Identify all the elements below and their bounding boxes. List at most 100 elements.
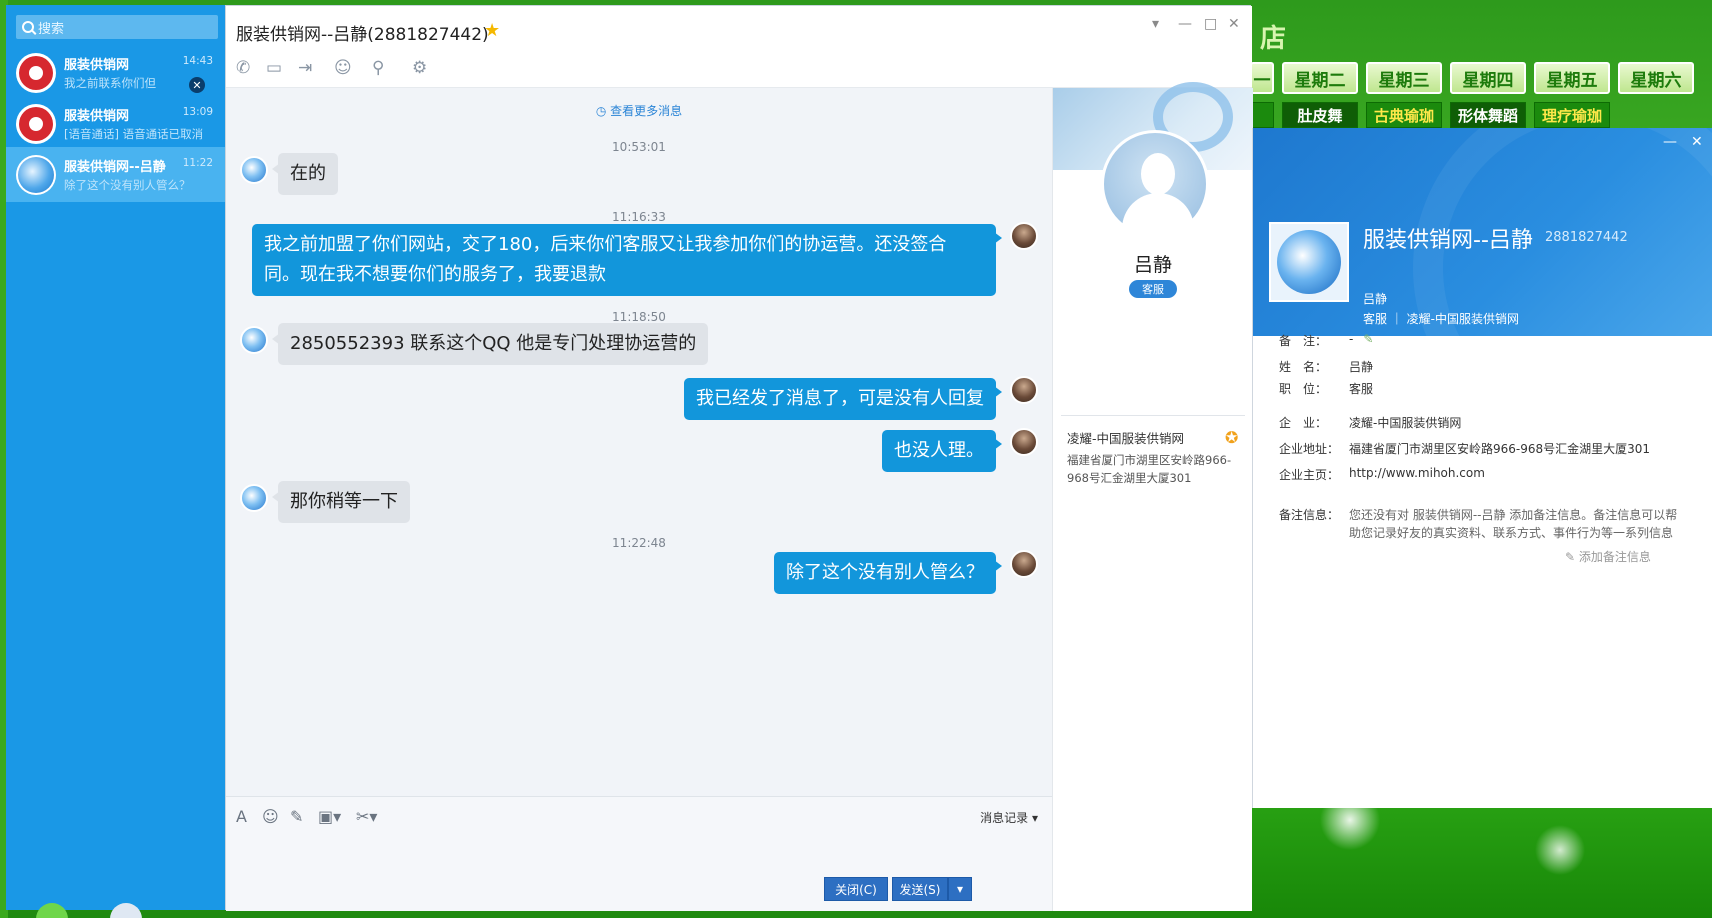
add-remark-label: 添加备注信息 (1578, 550, 1651, 564)
company-address: 福建省厦门市湖里区安岭路966-968号汇金湖里大厦301 (1067, 453, 1232, 485)
profile-subtitle: 客服 ｜ 凌耀-中国服装供销网 (1363, 312, 1519, 326)
background-title: 店 (1260, 24, 1287, 54)
company-name[interactable]: 凌耀-中国服装供销网 (1067, 428, 1184, 447)
close-icon[interactable]: ✕ (1691, 134, 1703, 150)
message-line: 同。现在我不想要你们的服务了，我要退款 (264, 264, 606, 285)
chat-title[interactable]: 服装供销网--吕静(2881827442) (236, 20, 489, 45)
message-area: ◷ 查看更多消息 10:53:01 在的 11:16:33 我之前加盟了你们网站… (226, 88, 1052, 796)
outgoing-message: 除了这个没有别人管么？ (774, 552, 1002, 594)
role-badge: 客服 (1129, 280, 1177, 298)
search-placeholder: 搜索 (38, 21, 65, 37)
remark-info: 备注信息： 您还没有对 服装供销网--吕静 添加备注信息。备注信息可以帮 助您记… (1279, 506, 1689, 542)
image-icon[interactable]: ▣▾ (318, 807, 341, 826)
more-messages-label: 查看更多消息 (610, 104, 683, 118)
file-transfer-icon[interactable]: ⇥ (298, 58, 312, 78)
phone-icon[interactable]: ✆ (236, 58, 250, 78)
contact-avatar[interactable] (240, 326, 268, 354)
class-cell (1250, 102, 1274, 128)
profile-card-window: — ✕ 服装供销网--吕静 2881827442 吕静 客服 ｜ 凌耀-中国服装… (1252, 128, 1712, 808)
minimize-icon[interactable]: — (1663, 134, 1677, 150)
field-label: 备 注： (1279, 334, 1328, 348)
field-value: 福建省厦门市湖里区安岭路966-968号汇金湖里大厦301 (1349, 442, 1651, 456)
field-label: 企业地址： (1279, 442, 1340, 456)
field-label: 姓 名： (1279, 360, 1328, 374)
video-icon[interactable]: ▭ (266, 58, 282, 78)
add-member-icon[interactable]: ⚲ (372, 58, 384, 78)
class-cell: 肚皮舞 (1282, 102, 1358, 128)
maximize-icon[interactable]: □ (1204, 16, 1217, 32)
outgoing-message: 我之前加盟了你们网站，交了180，后来你们客服又让我参加你们的协运营。还没签合 … (252, 224, 1002, 296)
field-position: 职 位： 客服 (1279, 380, 1373, 397)
minimize-icon[interactable]: — (1178, 16, 1192, 32)
emoji-icon[interactable]: ☺ (262, 807, 279, 826)
field-company: 企 业： 凌耀-中国服装供销网 (1279, 414, 1461, 431)
message-record-link[interactable]: 消息记录 ▾ (980, 809, 1038, 826)
self-avatar[interactable] (1010, 222, 1038, 250)
incoming-message: 那你稍等一下 (272, 481, 410, 523)
weekday-row: 一 星期二 星期三 星期四 星期五 星期六 (1250, 62, 1694, 94)
close-icon[interactable]: ✕ (1228, 16, 1240, 32)
profile-avatar[interactable] (1269, 222, 1349, 302)
weekday-tab: 星期五 (1534, 62, 1610, 94)
field-label: 备注信息： (1279, 508, 1340, 522)
homepage-link[interactable]: http://www.mihoh.com (1349, 466, 1485, 483)
self-avatar[interactable] (1010, 376, 1038, 404)
session-item[interactable]: 服装供销网 [语音通话] 语音通话已取消 13:09 (6, 96, 225, 151)
contact-large-avatar[interactable] (1101, 130, 1209, 238)
send-button[interactable]: 发送(S) (892, 877, 948, 901)
contact-settings-icon[interactable]: ⚙ (412, 58, 427, 78)
contact-info-panel: 吕静 客服 凌耀-中国服装供销网 ✪ 福建省厦门市湖里区安岭路966-968号汇… (1052, 82, 1253, 911)
edit-icon: ✎ (1565, 550, 1579, 564)
session-item[interactable]: 服装供销网 我之前联系你们但 14:43 ✕ (6, 45, 225, 100)
pen-icon[interactable]: ✎ (290, 807, 303, 826)
profile-name: 服装供销网--吕静 (1363, 228, 1533, 253)
field-value: 吕静 (1349, 360, 1374, 374)
field-remark: 备 注： - ✎ (1279, 332, 1373, 349)
message-timestamp: 11:18:50 (612, 310, 666, 324)
session-preview: [语音通话] 语音通话已取消 (64, 127, 204, 141)
search-input[interactable]: 搜索 (16, 15, 218, 39)
remark-line: 您还没有对 服装供销网--吕静 添加备注信息。备注信息可以帮 (1349, 508, 1678, 522)
screenshot-icon[interactable]: ✂▾ (356, 807, 377, 826)
weekday-tab: 一 (1250, 62, 1274, 94)
profile-qq-number: 2881827442 (1545, 230, 1628, 245)
session-time: 11:22 (182, 157, 213, 169)
message-timestamp: 11:16:33 (612, 210, 666, 224)
incoming-message: 在的 (272, 153, 338, 195)
add-remark-link[interactable]: ✎ 添加备注信息 (1565, 548, 1651, 565)
field-address: 企业地址： 福建省厦门市湖里区安岭路966-968号汇金湖里大厦301 (1279, 440, 1650, 457)
contact-avatar[interactable] (240, 484, 268, 512)
avatar (16, 103, 56, 144)
star-icon[interactable]: ★ (484, 20, 500, 41)
clock-icon: ◷ (595, 104, 611, 118)
class-row: 肚皮舞 古典瑜珈 形体舞蹈 理疗瑜珈 (1250, 102, 1610, 128)
chat-window: 服装供销网--吕静(2881827442) ★ ▾ — □ ✕ ✆ ▭ ⇥ ☺ … (225, 5, 1253, 911)
weekday-tab: 星期二 (1282, 62, 1358, 94)
remark-text: 您还没有对 服装供销网--吕静 添加备注信息。备注信息可以帮 助您记录好友的真实… (1349, 506, 1689, 542)
self-avatar[interactable] (1010, 428, 1038, 456)
weekday-tab: 星期四 (1450, 62, 1526, 94)
profile-nickname: 吕静 (1363, 292, 1388, 306)
search-icon (22, 21, 34, 33)
background-sparkles (1200, 790, 1712, 918)
edit-icon[interactable]: ✎ (1363, 332, 1373, 349)
send-options-button[interactable]: ▾ (948, 877, 972, 901)
more-messages-link[interactable]: ◷ 查看更多消息 (226, 102, 1052, 119)
weekday-tab: 星期六 (1618, 62, 1694, 94)
contact-avatar[interactable] (240, 156, 268, 184)
message-timestamp: 10:53:01 (612, 140, 666, 154)
session-item-active[interactable]: 服装供销网--吕静 除了这个没有别人管么？ 11:22 (6, 147, 225, 202)
profile-header: — ✕ 服装供销网--吕静 2881827442 吕静 客服 ｜ 凌耀-中国服装… (1253, 128, 1712, 336)
class-cell: 古典瑜珈 (1366, 102, 1442, 128)
input-area[interactable]: A ☺ ✎ ▣▾ ✂▾ 消息记录 ▾ 关闭(C) 发送(S) ▾ (226, 796, 1052, 911)
message-timestamp: 11:22:48 (612, 536, 666, 550)
incoming-message: 2850552393 联系这个QQ 他是专门处理协运营的 (271, 323, 709, 365)
session-list-sidebar: 搜索 服装供销网 我之前联系你们但 14:43 ✕ 服装供销网 [语音通话] 语… (6, 5, 225, 910)
dropdown-icon[interactable]: ▾ (1152, 16, 1159, 32)
field-value: - (1349, 332, 1354, 346)
close-session-icon[interactable]: ✕ (189, 77, 205, 93)
font-icon[interactable]: A (236, 807, 247, 826)
self-avatar[interactable] (1010, 550, 1038, 578)
close-button[interactable]: 关闭(C) (824, 877, 888, 901)
remote-desktop-icon[interactable]: ☺ (334, 58, 352, 78)
